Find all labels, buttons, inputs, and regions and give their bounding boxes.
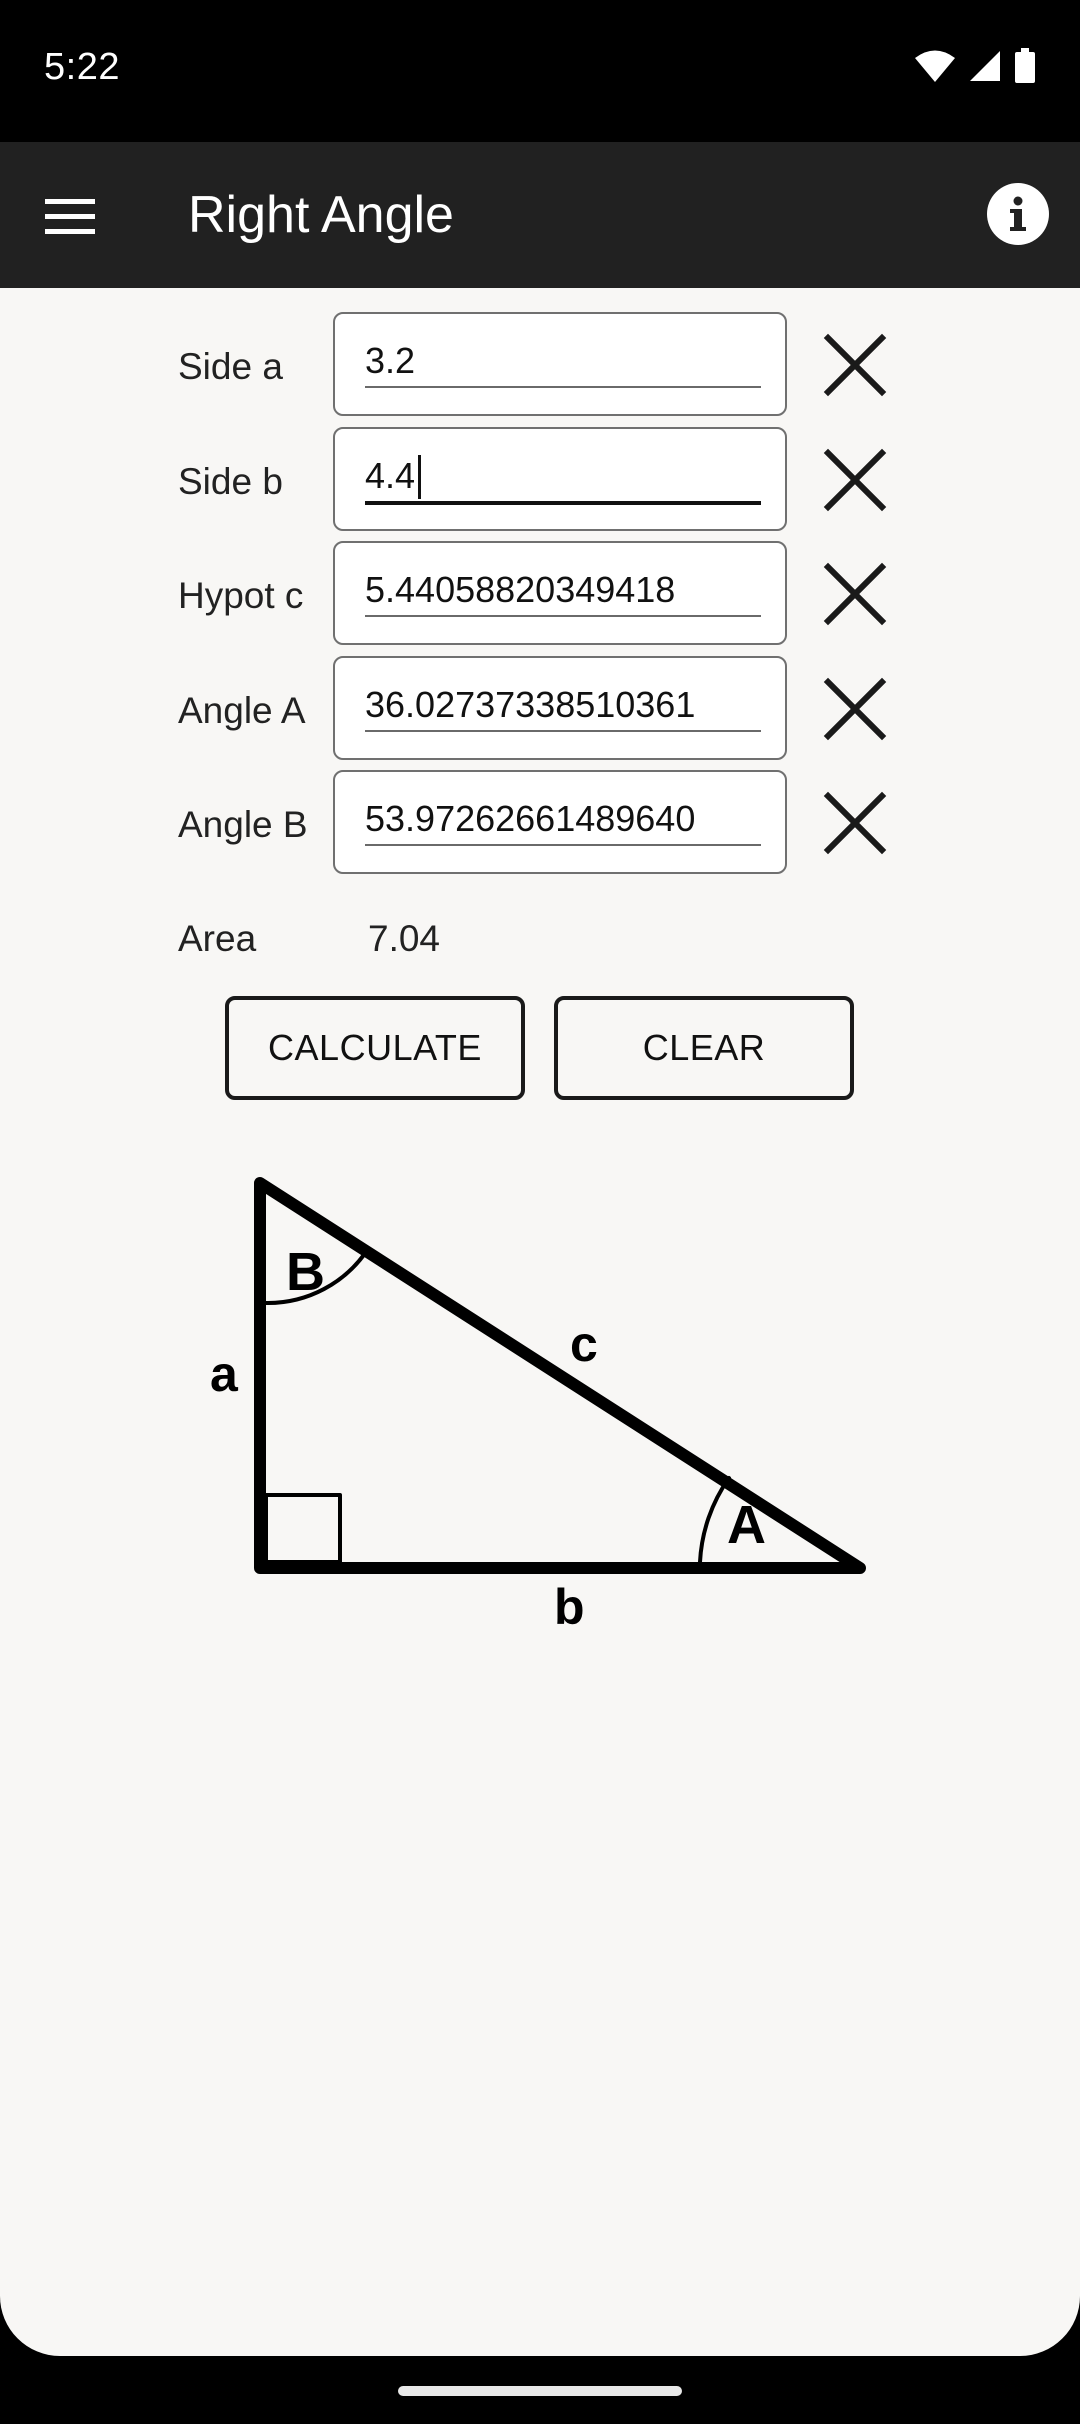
- home-indicator[interactable]: [398, 2386, 682, 2396]
- hypot-c-field[interactable]: [333, 541, 787, 645]
- content-area: Side a Side b Hypot c Angle A: [0, 288, 1080, 2356]
- battery-icon: [1015, 48, 1035, 83]
- angle-b-input[interactable]: [365, 794, 761, 846]
- side-a-label: Side a: [178, 346, 283, 387]
- side-b-input[interactable]: [365, 451, 761, 505]
- vertex-a-label: A: [727, 1495, 766, 1555]
- angle-a-field[interactable]: [333, 656, 787, 760]
- navigation-bar: [0, 2356, 1080, 2424]
- clear-button[interactable]: CLEAR: [554, 996, 854, 1100]
- app-title: Right Angle: [188, 186, 454, 244]
- clear-hypot-c-icon[interactable]: [820, 559, 890, 629]
- area-value: 7.04: [368, 918, 441, 959]
- clear-angle-b-icon[interactable]: [820, 788, 890, 858]
- side-b-label-diagram: b: [554, 1579, 585, 1628]
- field-row-angle-b: Angle B: [0, 770, 1080, 878]
- angle-a-arc: [698, 1476, 731, 1564]
- status-icons: [914, 48, 1036, 84]
- right-angle-mark: [264, 1493, 342, 1564]
- wifi-icon: [915, 50, 955, 82]
- info-icon[interactable]: [986, 182, 1050, 246]
- status-bar: 5:22: [0, 0, 1080, 142]
- field-row-side-a: Side a: [0, 312, 1080, 420]
- area-label: Area: [178, 918, 257, 959]
- side-a-label-diagram: a: [210, 1346, 239, 1402]
- calculate-button[interactable]: CALCULATE: [225, 996, 525, 1100]
- angle-a-label: Angle A: [178, 690, 306, 731]
- triangle-art: B A a c b: [210, 1177, 866, 1628]
- angle-b-label: Angle B: [178, 804, 308, 845]
- hypot-c-label: Hypot c: [178, 575, 304, 616]
- menu-button[interactable]: [40, 186, 100, 246]
- hypot-c-input[interactable]: [365, 565, 761, 617]
- triangle-path: [254, 1177, 866, 1574]
- side-a-input[interactable]: [365, 336, 761, 388]
- text-caret: [418, 455, 421, 499]
- hamburger-menu-icon: [45, 199, 95, 234]
- status-time: 5:22: [44, 46, 120, 88]
- side-a-field[interactable]: [333, 312, 787, 416]
- angle-a-input[interactable]: [365, 680, 761, 732]
- app-bar: Right Angle: [0, 142, 1080, 288]
- clear-angle-a-icon[interactable]: [820, 674, 890, 744]
- side-b-field[interactable]: [333, 427, 787, 531]
- field-row-hypot-c: Hypot c: [0, 541, 1080, 649]
- vertex-b-label: B: [286, 1242, 325, 1302]
- side-c-label-diagram: c: [570, 1316, 598, 1372]
- angle-b-field[interactable]: [333, 770, 787, 874]
- field-row-angle-a: Angle A: [0, 656, 1080, 764]
- side-b-label: Side b: [178, 461, 283, 502]
- clear-side-b-icon[interactable]: [820, 445, 890, 515]
- field-row-side-b: Side b: [0, 427, 1080, 535]
- cell-signal-icon: [970, 51, 1000, 81]
- clear-side-a-icon[interactable]: [820, 330, 890, 400]
